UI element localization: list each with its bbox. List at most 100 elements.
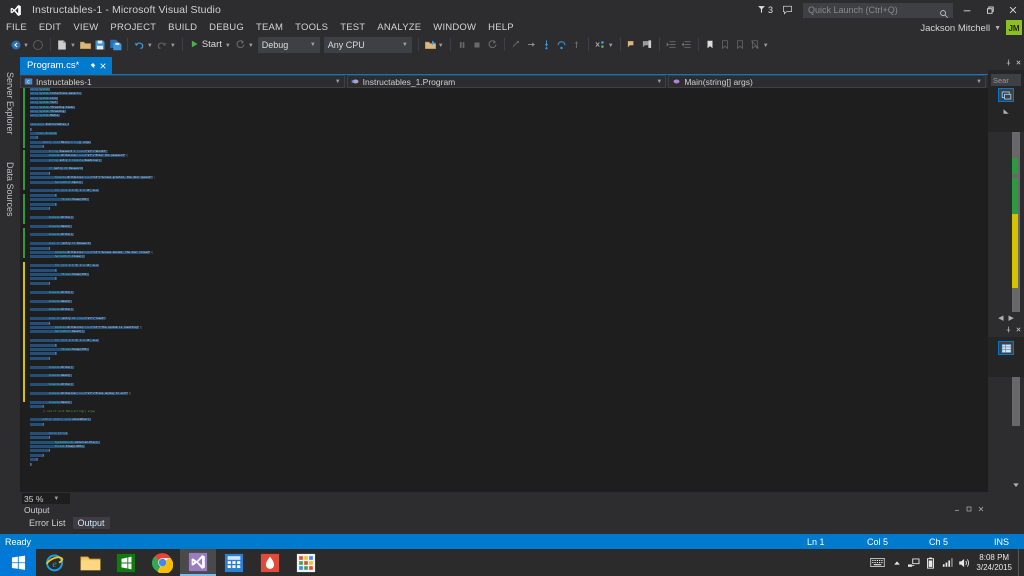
bookmark-icon[interactable]	[703, 35, 718, 54]
account-area[interactable]: Jackson Mitchell ▼ JM	[920, 20, 1024, 36]
taskbar-tiles-app-icon[interactable]	[288, 549, 324, 576]
undo-caret-icon[interactable]: ▼	[147, 43, 153, 49]
close-icon[interactable]	[99, 62, 107, 70]
close-icon[interactable]	[1015, 326, 1022, 335]
minimize-icon[interactable]	[953, 505, 961, 515]
tab-program-cs[interactable]: Program.cs*	[20, 57, 113, 74]
sidebar-tab-data-sources[interactable]: Data Sources	[0, 149, 20, 229]
output-panel-tabs: Error List Output	[20, 515, 988, 529]
close-button[interactable]	[1001, 0, 1024, 20]
windows-start-icon[interactable]	[0, 549, 36, 576]
taskbar-internet-explorer-icon[interactable]: e	[36, 549, 72, 576]
attach-caret-icon[interactable]: ▼	[438, 43, 444, 49]
quick-launch-input[interactable]	[804, 5, 934, 15]
save-all-icon[interactable]	[108, 35, 123, 54]
navigate-back-icon[interactable]	[8, 35, 23, 54]
code-editor[interactable]: using System; using System.Collections.Ge…	[20, 88, 988, 492]
quick-launch-box[interactable]	[803, 2, 953, 18]
menu-project[interactable]: PROJECT	[104, 20, 162, 35]
menu-build[interactable]: BUILD	[162, 20, 203, 35]
toolbar-overflow-icon[interactable]: ▼	[763, 43, 769, 49]
solution-explorer-search-input[interactable]: Sear	[991, 74, 1021, 86]
battery-icon[interactable]	[922, 549, 939, 576]
menu-tools[interactable]: TOOLS	[289, 20, 334, 35]
solution-explorer-panel: Sear	[988, 57, 1024, 132]
expand-icon[interactable]	[998, 104, 1014, 118]
show-desktop-button[interactable]	[1018, 549, 1024, 576]
taskbar-file-explorer-icon[interactable]	[72, 549, 108, 576]
platform-combo[interactable]: Any CPU ▼	[323, 36, 412, 53]
undo-icon[interactable]	[132, 35, 147, 54]
show-hidden-icons-arrow[interactable]	[888, 549, 905, 576]
tab-error-list[interactable]: Error List	[24, 517, 71, 529]
chevron-down-icon: ▼	[309, 41, 316, 48]
solution-explorer-icon[interactable]	[998, 88, 1014, 102]
project-scope-combo[interactable]: C Instructables-1 ▼	[20, 75, 345, 88]
save-icon[interactable]	[93, 35, 108, 54]
editor-horizontal-scrollbar[interactable]	[20, 492, 988, 504]
menu-debug[interactable]: DEBUG	[203, 20, 250, 35]
change-marker-saved	[23, 194, 25, 224]
taskbar-red-app-icon[interactable]	[252, 549, 288, 576]
uncomment-selection-icon[interactable]	[640, 35, 655, 54]
close-icon[interactable]	[1015, 59, 1022, 68]
pin-icon[interactable]	[88, 62, 96, 70]
close-icon[interactable]	[977, 505, 985, 515]
new-project-caret-icon[interactable]: ▼	[70, 43, 76, 49]
volume-icon[interactable]	[956, 549, 973, 576]
avatar[interactable]: JM	[1006, 20, 1022, 36]
start-caret-icon[interactable]: ▼	[225, 43, 231, 49]
taskbar-windows-store-icon[interactable]	[108, 549, 144, 576]
output-panel-title: Output	[24, 505, 50, 515]
taskbar-google-chrome-icon[interactable]	[144, 549, 180, 576]
taskbar-visual-studio-icon[interactable]	[180, 549, 216, 576]
comment-selection-icon[interactable]	[625, 35, 640, 54]
type-scope-combo[interactable]: Instructables_1.Program ▼	[346, 75, 667, 88]
nav-left-icon[interactable]: ◀	[998, 314, 1003, 322]
start-debug-button[interactable]: Start	[187, 36, 225, 54]
attach-process-icon[interactable]	[423, 35, 438, 54]
nav-right-icon[interactable]: ▶	[1009, 314, 1014, 322]
status-character: Ch 5	[929, 536, 949, 547]
navigate-back-caret-icon[interactable]: ▼	[23, 43, 29, 49]
menu-file[interactable]: FILE	[0, 20, 33, 35]
step-over-icon[interactable]	[554, 35, 569, 54]
sidebar-tab-server-explorer[interactable]: Server Explorer	[0, 57, 20, 149]
configuration-combo[interactable]: Debug ▼	[257, 36, 320, 53]
taskbar-clock[interactable]: 8:08 PM 3/24/2015	[973, 553, 1018, 573]
taskbar-calculator-icon[interactable]	[216, 549, 252, 576]
status-position: Ln 1 Col 5 Ch 5 INS	[807, 537, 1024, 547]
notifications-button[interactable]: 3	[757, 5, 773, 16]
hex-caret-icon[interactable]: ▼	[608, 43, 614, 49]
menu-edit[interactable]: EDIT	[33, 20, 67, 35]
menu-team[interactable]: TEAM	[250, 20, 289, 35]
member-scope-combo[interactable]: Main(string[] args) ▼	[668, 75, 986, 88]
minimize-button[interactable]	[955, 0, 978, 20]
restore-button[interactable]	[978, 0, 1001, 20]
maximize-icon[interactable]	[965, 505, 973, 515]
hex-display-icon[interactable]	[593, 35, 608, 54]
pin-icon[interactable]	[1005, 326, 1012, 335]
step-into-icon[interactable]	[539, 35, 554, 54]
network-icon[interactable]	[905, 549, 922, 576]
solution-explorer-body: Sear	[988, 70, 1024, 122]
touch-keyboard-icon[interactable]	[866, 549, 888, 576]
menu-test[interactable]: TEST	[334, 20, 371, 35]
pin-icon[interactable]	[1005, 59, 1012, 68]
redo-caret-icon[interactable]: ▼	[170, 43, 176, 49]
signal-strength-icon[interactable]	[939, 549, 956, 576]
open-file-icon[interactable]	[78, 35, 93, 54]
tab-label: Program.cs*	[27, 60, 80, 71]
tab-output[interactable]: Output	[72, 517, 110, 529]
new-project-icon[interactable]	[55, 35, 70, 54]
change-marker-saved	[23, 88, 25, 148]
editor-zoom-combo[interactable]: 35 % ▼	[22, 493, 70, 504]
code-text[interactable]: using System; using System.Collections.Ge…	[30, 88, 988, 492]
menu-view[interactable]: VIEW	[67, 20, 104, 35]
menu-analyze[interactable]: ANALYZE	[371, 20, 427, 35]
properties-grid-icon[interactable]	[998, 341, 1014, 355]
menu-help[interactable]: HELP	[482, 20, 520, 35]
menu-window[interactable]: WINDOW	[427, 20, 482, 35]
restart-caret-icon[interactable]: ▼	[248, 43, 254, 49]
feedback-button[interactable]	[782, 5, 793, 15]
